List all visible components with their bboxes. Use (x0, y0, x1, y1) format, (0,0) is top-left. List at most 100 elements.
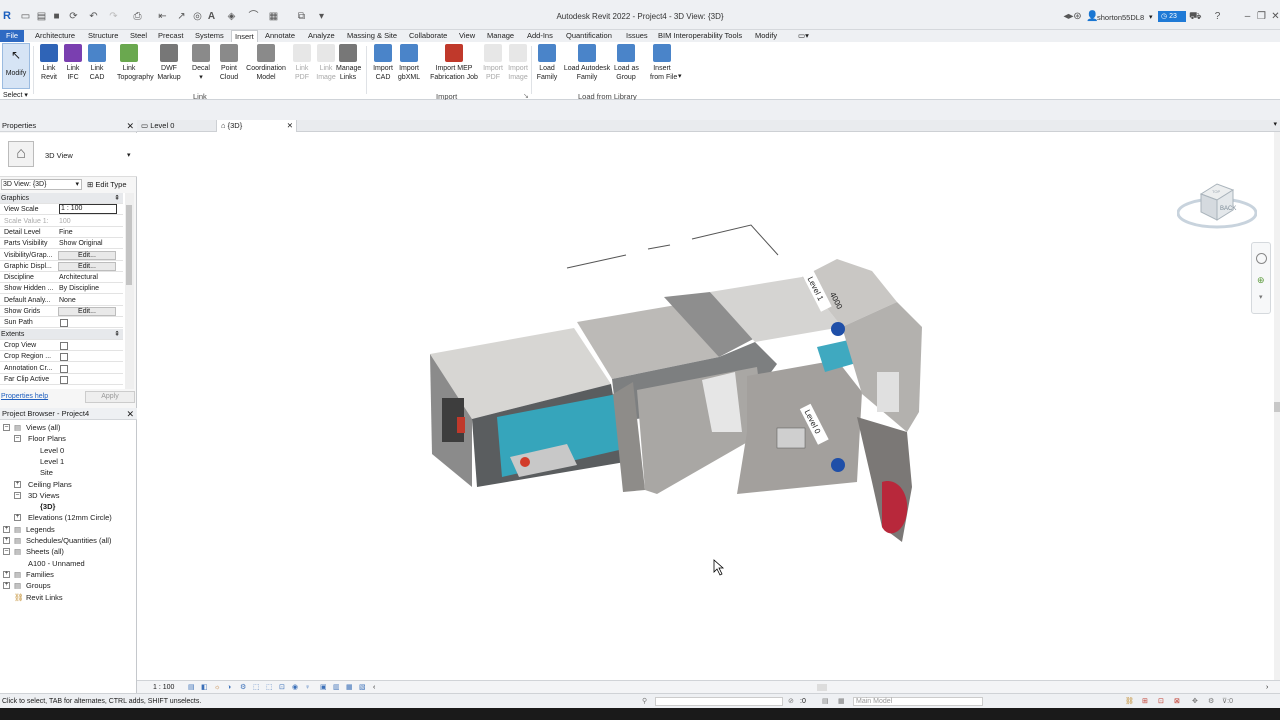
property-row[interactable]: Show Grids Edit... (0, 306, 123, 317)
worksets-icon[interactable]: ⚲ (642, 694, 647, 709)
ribbon-button-17[interactable]: Load Autodesk Family (561, 44, 613, 82)
main-model-icon[interactable]: ▦ (838, 694, 845, 709)
property-row[interactable]: Annotation Cr... (0, 363, 123, 374)
property-row[interactable]: Default Analy... None (0, 295, 123, 306)
tab-collaborate[interactable]: Collaborate (409, 30, 447, 42)
user-icon[interactable]: 👤 (1086, 11, 1098, 22)
workset-dropdown[interactable] (655, 697, 783, 706)
tab-massing-site[interactable]: Massing & Site (347, 30, 397, 42)
collapse-icon[interactable]: ⇞ (114, 193, 120, 204)
tab-architecture[interactable]: Architecture (35, 30, 75, 42)
close-icon[interactable]: ✕ (1270, 11, 1280, 22)
property-checkbox[interactable] (60, 364, 68, 373)
notification-badge[interactable]: ◷ 23 (1158, 11, 1186, 22)
property-value[interactable]: 100 (59, 216, 117, 227)
scrollbar-thumb[interactable] (1274, 402, 1280, 412)
tree-expander-icon[interactable]: + (3, 582, 10, 590)
browser-item[interactable]: Level 0 (40, 445, 64, 456)
select-pinned-icon[interactable]: ⊡ (1158, 694, 1164, 709)
select-links-icon[interactable]: ⛓ (1125, 694, 1134, 709)
viewcube[interactable]: BACK TOP (1176, 182, 1258, 232)
tab-add-ins[interactable]: Add-Ins (527, 30, 553, 42)
design-option-dropdown[interactable]: Main Model (853, 697, 983, 706)
browser-item[interactable]: Ceiling Plans (28, 479, 72, 490)
ribbon-button-9[interactable]: Link Image (314, 44, 338, 82)
property-value[interactable]: Architectural (59, 272, 117, 283)
tree-expander-icon[interactable]: + (14, 480, 21, 488)
browser-item[interactable]: Level 1 (40, 456, 64, 467)
tree-expander-icon[interactable]: – (3, 548, 10, 556)
view-tab-level-0[interactable]: ▭ Level 0 (137, 120, 217, 132)
browser-item[interactable]: A100 - Unnamed (28, 558, 85, 569)
properties-help-link[interactable]: Properties help (1, 393, 48, 400)
nav-menu-icon[interactable]: ▾ (1259, 293, 1263, 301)
browser-close-icon[interactable]: ✕ (126, 408, 134, 420)
tab-annotate[interactable]: Annotate (265, 30, 295, 42)
tree-expander-icon[interactable]: – (14, 435, 21, 443)
browser-item[interactable]: Sheets (all) (26, 546, 64, 557)
background-processes-icon[interactable]: ⚙ (1208, 694, 1214, 709)
ribbon-button-18[interactable]: Load as Group (614, 44, 639, 82)
property-group[interactable]: Extents ⇞ (0, 328, 123, 340)
select-dropdown[interactable]: Select ▾ (3, 91, 28, 99)
property-row[interactable]: Detail Level Fine (0, 227, 123, 238)
tab-view[interactable]: View (459, 30, 475, 42)
property-row[interactable]: Visibility/Grap... Edit... (0, 250, 123, 261)
instance-selector[interactable]: 3D View: {3D} ▾ (1, 179, 82, 190)
ribbon-button-1[interactable]: Link IFC (61, 44, 85, 82)
filter-icon[interactable]: ⊽:0 (1222, 694, 1233, 709)
edit-button[interactable]: Edit... (58, 250, 116, 260)
ribbon-button-2[interactable]: Link CAD (85, 44, 109, 82)
browser-item[interactable]: Site (40, 467, 53, 478)
cart-icon[interactable]: ⛟ (1189, 11, 1202, 22)
tab-steel[interactable]: Steel (130, 30, 147, 42)
browser-item[interactable]: 3D Views (28, 490, 60, 501)
steering-wheel-icon[interactable] (1256, 253, 1267, 264)
collapse-icon[interactable]: ⇞ (114, 329, 120, 340)
property-value[interactable]: By Discipline (59, 283, 117, 294)
tree-expander-icon[interactable]: + (3, 570, 10, 578)
tab-manage[interactable]: Manage (487, 30, 514, 42)
view-tab-close-icon[interactable]: ✕ (287, 120, 293, 132)
binoculars-icon[interactable]: ⊛ (1072, 11, 1083, 22)
browser-item[interactable]: Revit Links (26, 592, 63, 603)
browser-item[interactable]: Families (26, 569, 54, 580)
vertical-scrollbar[interactable] (1274, 132, 1280, 680)
property-value[interactable]: Fine (59, 227, 117, 238)
drag-elements-icon[interactable]: ✥ (1192, 694, 1198, 709)
property-value[interactable]: None (59, 295, 117, 306)
browser-item[interactable]: Floor Plans (28, 433, 66, 444)
property-checkbox[interactable] (60, 319, 68, 328)
tab-precast[interactable]: Precast (158, 30, 183, 42)
scrollbar-thumb[interactable] (126, 205, 132, 285)
ribbon-button-7[interactable]: Coordination Model (240, 44, 292, 82)
ribbon-button-16[interactable]: Load Family (535, 44, 559, 82)
properties-close-icon[interactable]: ✕ (126, 120, 134, 132)
type-selector[interactable]: ⌂ 3D View ▾ (0, 133, 137, 177)
ribbon-button-15[interactable]: Import Image (506, 44, 530, 82)
property-row[interactable]: View Scale 1 : 100 (0, 204, 123, 216)
tab-systems[interactable]: Systems (195, 30, 224, 42)
ribbon-button-4[interactable]: DWF Markup (157, 44, 181, 82)
tree-expander-icon[interactable]: – (3, 424, 10, 431)
select-underlay-icon[interactable]: ⊞ (1142, 694, 1148, 709)
design-options-icon[interactable]: ▤ (822, 694, 829, 709)
insert-dropdown-icon[interactable]: ▾ (678, 72, 682, 80)
property-row[interactable]: Parts Visibility Show Original (0, 238, 123, 250)
tree-expander-icon[interactable]: + (3, 525, 10, 533)
import-dialog-launcher-icon[interactable]: ↘ (523, 92, 529, 100)
tree-expander-icon[interactable]: – (14, 491, 21, 499)
property-checkbox[interactable] (60, 375, 68, 384)
property-row[interactable]: Crop Region ... (0, 351, 123, 363)
browser-item[interactable]: {3D} (40, 501, 56, 513)
ribbon-button-13[interactable]: Import MEP Fabrication Job (428, 44, 480, 82)
viewcube-graphic[interactable]: BACK TOP (1176, 182, 1258, 232)
property-row[interactable]: Discipline Architectural (0, 272, 123, 284)
browser-item[interactable]: Groups (26, 580, 51, 591)
properties-scrollbar[interactable] (125, 193, 134, 389)
edit-type-button[interactable]: ⊞ Edit Type (87, 179, 127, 190)
zoom-icon[interactable]: ⊕ (1257, 275, 1265, 286)
editable-only-icon[interactable]: ⊘ (788, 694, 794, 709)
user-name[interactable]: shorton55DL8 (1097, 13, 1144, 22)
ribbon-button-6[interactable]: Point Cloud (217, 44, 241, 82)
